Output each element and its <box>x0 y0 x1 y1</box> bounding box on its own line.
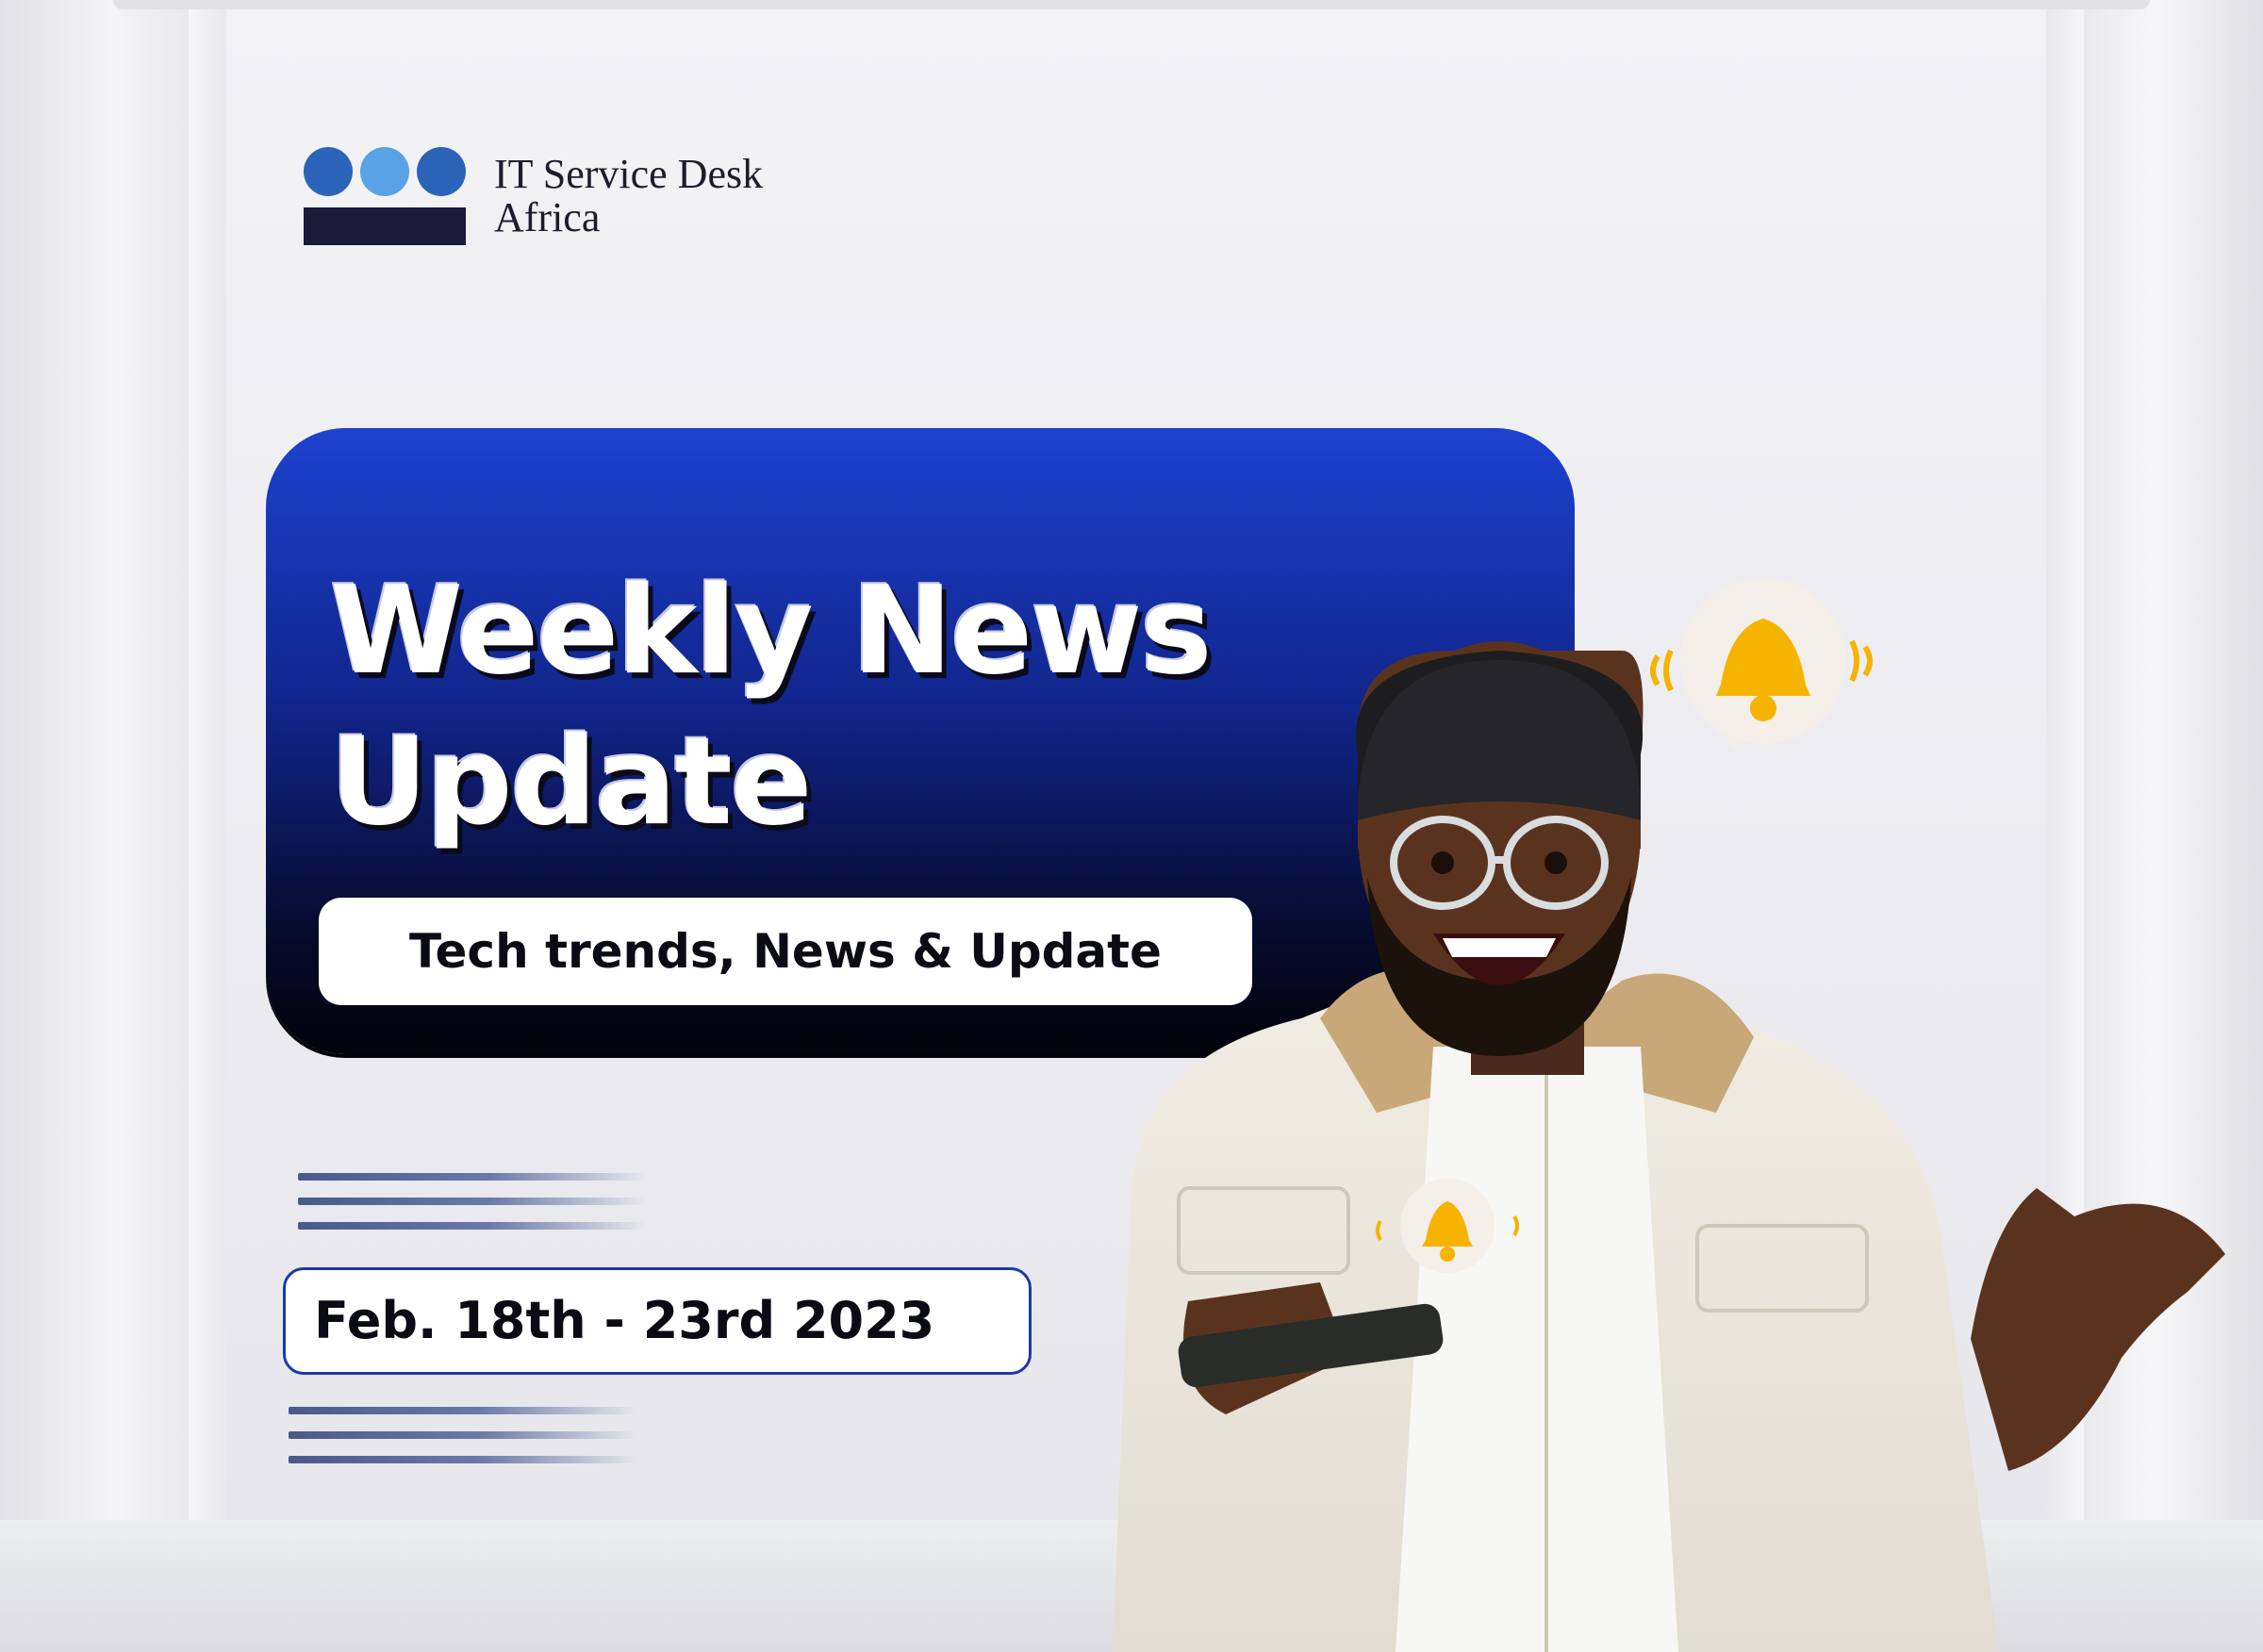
person-illustration <box>1113 641 2225 1652</box>
bell-icon <box>1376 1179 1519 1273</box>
bell-icon <box>1650 578 1873 751</box>
